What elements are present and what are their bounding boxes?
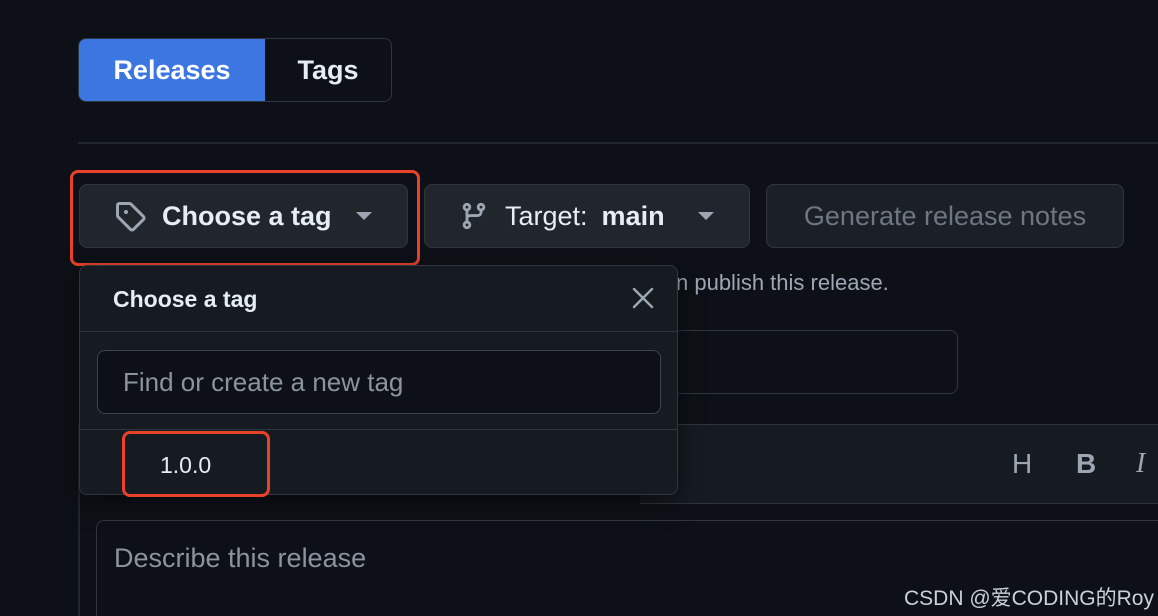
tag-helper-text: n publish this release. xyxy=(676,270,889,295)
heading-button[interactable]: H xyxy=(1012,448,1032,480)
git-branch-icon xyxy=(459,201,489,231)
triangle-down-icon xyxy=(697,211,715,221)
close-icon[interactable] xyxy=(631,286,655,310)
tag-icon xyxy=(114,200,146,232)
dropdown-title: Choose a tag xyxy=(113,286,258,312)
target-prefix: Target: xyxy=(505,200,588,231)
watermark: CSDN @爱CODING的Roy xyxy=(903,587,1154,610)
target-branch-value: main xyxy=(601,200,665,231)
tab-tags[interactable]: Tags xyxy=(265,39,391,101)
releases-tags-tabnav: Releases Tags xyxy=(78,38,392,102)
dropdown-header: Choose a tag xyxy=(80,266,677,332)
tag-item-label: 1.0.0 xyxy=(160,452,212,478)
description-placeholder: Describe this release xyxy=(114,543,367,573)
section-divider xyxy=(78,142,1158,144)
tag-list-item[interactable]: 1.0.0 xyxy=(80,430,677,494)
choose-tag-dropdown: Choose a tag 1.0.0 xyxy=(79,265,678,495)
tab-releases[interactable]: Releases xyxy=(79,39,265,101)
choose-tag-button[interactable]: Choose a tag xyxy=(79,184,408,248)
triangle-down-icon xyxy=(355,211,373,221)
release-form-page: Releases Tags Choose a tag Target: main … xyxy=(0,0,1158,616)
bold-button[interactable]: B xyxy=(1076,448,1096,480)
dropdown-search-section xyxy=(80,332,677,430)
target-branch-button[interactable]: Target: main xyxy=(424,184,750,248)
find-tag-input[interactable] xyxy=(97,350,661,414)
choose-tag-label: Choose a tag xyxy=(162,200,332,231)
release-title-input[interactable] xyxy=(640,330,958,394)
generate-release-notes-button[interactable]: Generate release notes xyxy=(766,184,1124,248)
italic-button[interactable]: I xyxy=(1136,448,1145,480)
